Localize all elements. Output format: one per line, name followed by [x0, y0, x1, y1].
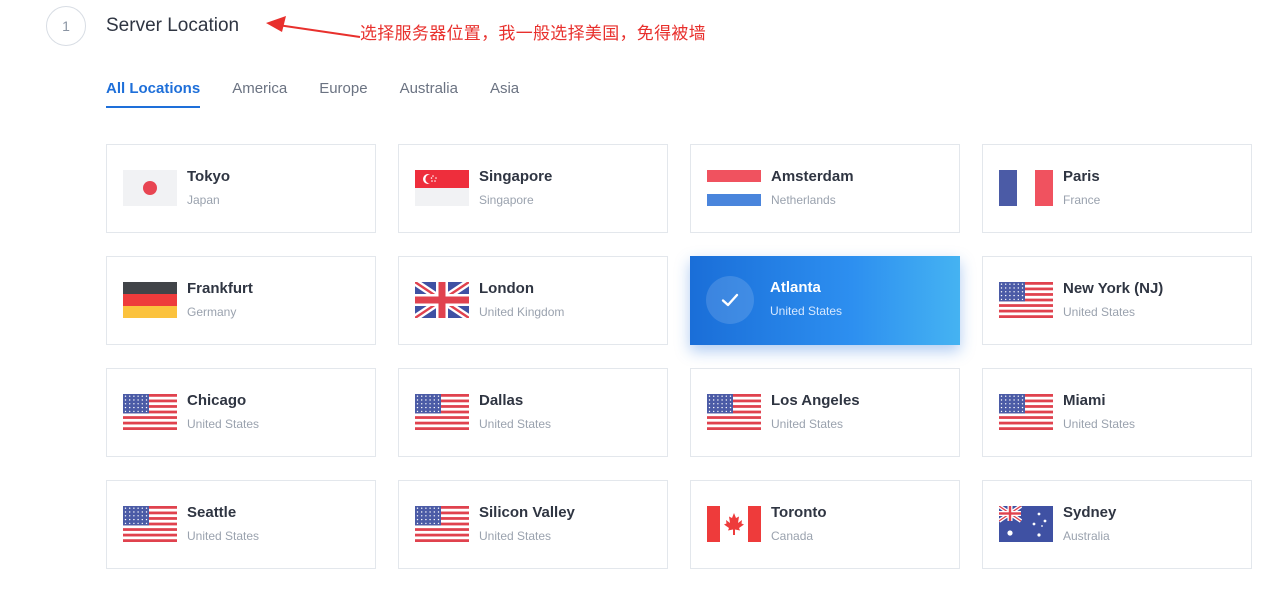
location-country: United States	[479, 529, 552, 543]
de-flag-icon	[123, 282, 177, 318]
section-title: Server Location	[106, 15, 240, 36]
tab-europe[interactable]: Europe	[319, 80, 367, 108]
us-flag-icon	[707, 394, 761, 430]
us-flag-icon	[999, 394, 1053, 430]
location-country: United States	[1063, 305, 1136, 319]
location-country: United States	[187, 417, 260, 431]
tab-all-locations[interactable]: All Locations	[106, 80, 201, 108]
location-country: Germany	[187, 305, 237, 319]
location-city: Seattle	[187, 504, 237, 521]
location-city: Chicago	[187, 392, 247, 409]
ca-flag-icon	[707, 506, 761, 542]
location-card-sydney[interactable]: Sydney Australia	[982, 480, 1252, 569]
location-card-frankfurt[interactable]: Frankfurt Germany	[106, 256, 376, 345]
tab-asia[interactable]: Asia	[490, 80, 519, 108]
location-country: United States	[187, 529, 260, 543]
location-country: France	[1063, 193, 1101, 207]
step-number-badge: 1	[46, 6, 86, 46]
location-tabs: All Locations America Europe Australia A…	[106, 80, 551, 108]
location-card-seattle[interactable]: Seattle United States	[106, 480, 376, 569]
us-flag-icon	[123, 394, 177, 430]
fr-flag-icon	[999, 170, 1053, 206]
sg-flag-icon	[415, 170, 469, 206]
location-country: Canada	[771, 529, 814, 543]
location-city: Sydney	[1063, 504, 1117, 521]
us-flag-icon	[999, 282, 1053, 318]
location-city: Toronto	[771, 504, 827, 521]
location-country: Netherlands	[771, 193, 836, 207]
location-card-amsterdam[interactable]: Amsterdam Netherlands	[690, 144, 960, 233]
us-flag-icon	[123, 506, 177, 542]
au-flag-icon	[999, 506, 1053, 542]
location-card-silicon-valley[interactable]: Silicon Valley United States	[398, 480, 668, 569]
location-country: United States	[770, 304, 843, 318]
location-city: Paris	[1063, 168, 1100, 185]
gb-flag-icon	[415, 282, 469, 318]
location-city: Tokyo	[187, 168, 231, 185]
nl-flag-icon	[707, 170, 761, 206]
location-city: London	[479, 280, 534, 297]
location-card-london[interactable]: London United Kingdom	[398, 256, 668, 345]
location-country: United States	[479, 417, 552, 431]
location-city: Los Angeles	[771, 392, 860, 409]
us-flag-icon	[415, 394, 469, 430]
location-card-paris[interactable]: Paris France	[982, 144, 1252, 233]
jp-flag-icon	[123, 170, 177, 206]
annotation-text: 选择服务器位置，我一般选择美国，免得被墙	[360, 24, 706, 44]
location-card-new-york-nj[interactable]: New York (NJ) United States	[982, 256, 1252, 345]
location-card-los-angeles[interactable]: Los Angeles United States	[690, 368, 960, 457]
location-card-tokyo[interactable]: Tokyo Japan	[106, 144, 376, 233]
annotation-arrow-icon	[266, 16, 361, 38]
location-country: Singapore	[479, 193, 534, 207]
check-icon	[706, 276, 754, 324]
location-city: Frankfurt	[187, 280, 253, 297]
location-card-chicago[interactable]: Chicago United States	[106, 368, 376, 457]
tab-america[interactable]: America	[232, 80, 287, 108]
location-city: New York (NJ)	[1063, 280, 1164, 297]
location-country: United Kingdom	[479, 305, 565, 319]
location-city: Amsterdam	[771, 168, 854, 185]
location-city: Atlanta	[770, 279, 821, 296]
location-city: Miami	[1063, 392, 1106, 409]
location-city: Dallas	[479, 392, 524, 409]
location-card-atlanta[interactable]: Atlanta United States	[690, 256, 960, 345]
location-card-dallas[interactable]: Dallas United States	[398, 368, 668, 457]
us-flag-icon	[415, 506, 469, 542]
location-country: United States	[1063, 417, 1136, 431]
tab-australia[interactable]: Australia	[400, 80, 458, 108]
location-country: Japan	[187, 193, 220, 207]
location-card-toronto[interactable]: Toronto Canada	[690, 480, 960, 569]
location-city: Silicon Valley	[479, 504, 575, 521]
location-city: Singapore	[479, 168, 553, 185]
location-card-miami[interactable]: Miami United States	[982, 368, 1252, 457]
location-country: United States	[771, 417, 844, 431]
location-country: Australia	[1063, 529, 1110, 543]
location-card-singapore[interactable]: Singapore Singapore	[398, 144, 668, 233]
